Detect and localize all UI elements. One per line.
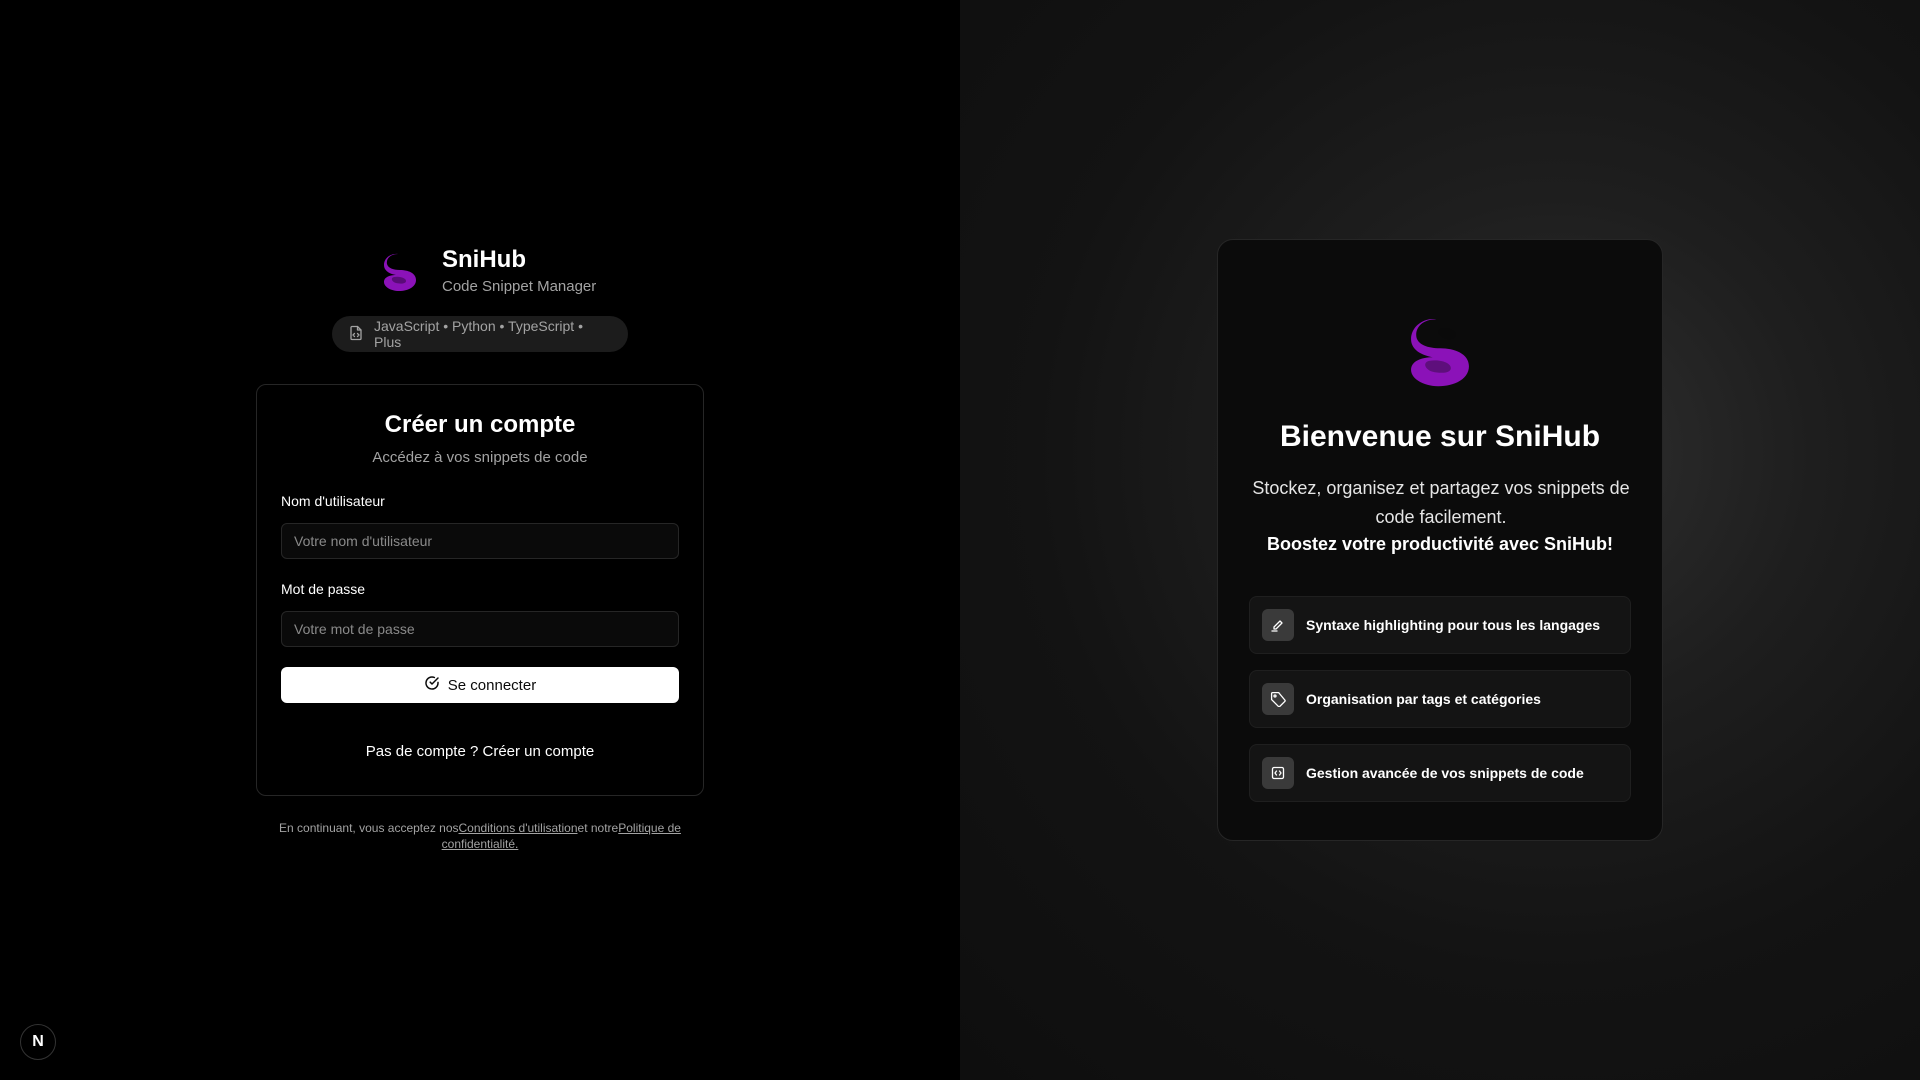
brand-tagline: Code Snippet Manager — [442, 278, 597, 295]
form-title: Créer un compte — [384, 411, 576, 438]
file-code-icon — [348, 325, 364, 344]
page: SniHub Code Snippet Manager JavaScript •… — [0, 0, 1920, 1080]
languages-text: JavaScript • Python • TypeScript • Plus — [374, 318, 583, 350]
username-input[interactable] — [281, 523, 679, 559]
check-circle-icon — [424, 675, 440, 695]
username-label: Nom d'utilisateur — [281, 493, 385, 509]
welcome-title: Bienvenue sur SniHub — [1279, 420, 1601, 453]
brand-header: SniHub Code Snippet Manager — [378, 246, 596, 298]
welcome-description: Stockez, organisez et partagez vos snipp… — [1252, 478, 1630, 527]
form-subtitle: Accédez à vos snippets de code — [372, 449, 588, 466]
languages-pill: JavaScript • Python • TypeScript • Plus — [332, 316, 628, 352]
create-account-link[interactable]: Pas de compte ? Créer un compte — [257, 743, 703, 760]
highlighter-icon — [1262, 609, 1294, 641]
feature-item: Syntaxe highlighting pour tous les langa… — [1249, 596, 1631, 654]
feature-label: Syntaxe highlighting pour tous les langa… — [1306, 617, 1601, 633]
dev-tools-badge[interactable]: N — [20, 1024, 56, 1060]
welcome-highlight: Boostez votre productivité avec SniHub! — [1266, 534, 1614, 554]
password-input[interactable] — [281, 611, 679, 647]
tag-icon — [1262, 683, 1294, 715]
password-label: Mot de passe — [281, 581, 366, 597]
brand-name: SniHub — [442, 246, 526, 273]
terms-notice: En continuant, vous acceptez nosConditio… — [270, 820, 690, 852]
welcome-card: Bienvenue sur SniHub Stockez, organisez … — [1217, 239, 1663, 841]
snihub-logo-icon — [378, 250, 422, 294]
auth-pane: SniHub Code Snippet Manager JavaScript •… — [0, 0, 960, 1080]
feature-item: Gestion avancée de vos snippets de code — [1249, 744, 1631, 802]
terms-prefix: En continuant, vous acceptez nos — [279, 821, 459, 835]
login-button-label: Se connecter — [447, 676, 537, 694]
next-logo-icon: N — [32, 1033, 44, 1050]
feature-label: Gestion avancée de vos snippets de code — [1306, 765, 1584, 781]
feature-label: Organisation par tags et catégories — [1306, 691, 1541, 707]
feature-item: Organisation par tags et catégories — [1249, 670, 1631, 728]
signup-card: Créer un compte Accédez à vos snippets d… — [256, 384, 704, 796]
welcome-pane: Bienvenue sur SniHub Stockez, organisez … — [960, 0, 1920, 1080]
login-button[interactable]: Se connecter — [281, 667, 679, 703]
terms-of-use-link[interactable]: Conditions d'utilisation — [459, 821, 578, 835]
brand-text: SniHub Code Snippet Manager — [442, 246, 596, 298]
terms-middle: et notre — [577, 821, 619, 835]
welcome-logo-icon — [1380, 290, 1500, 410]
code-square-icon — [1262, 757, 1294, 789]
